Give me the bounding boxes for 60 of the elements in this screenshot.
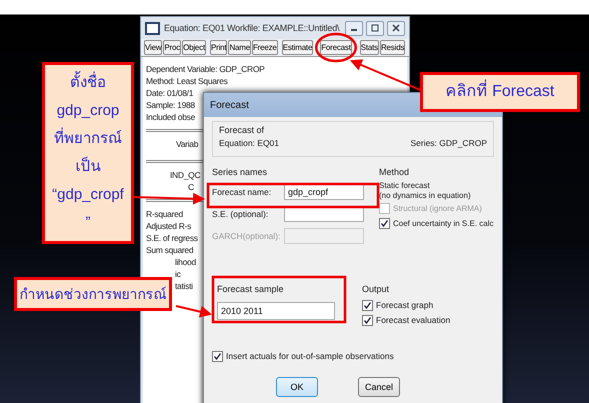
variable-name: IND_QC <box>170 169 200 181</box>
group-label: Forecast of <box>219 125 266 135</box>
checkbox[interactable] <box>362 300 373 310</box>
statistic-label: R-squared <box>146 208 183 220</box>
dialog-title: Forecast <box>210 100 249 110</box>
method-note: (no dynamics in equation) <box>379 191 471 200</box>
field-label: GARCH(optional): <box>212 231 280 241</box>
checkbox-label: Coef uncertainty in S.E. calc <box>393 218 494 228</box>
callout-text: ตั้งชื่อ gdp_crop ที่พยากรณ์เป็น “gdp_cropf ” <box>42 62 134 244</box>
window-title: Equation: EQ01 Workfile: EXAMPLE::Untitled\ <box>164 23 340 33</box>
equation-label: Equation: EQ01 <box>219 138 280 148</box>
group-label: Method <box>379 167 410 177</box>
group-label: Output <box>362 284 390 294</box>
close-icon[interactable] <box>387 20 405 36</box>
toolbar-button[interactable]: Estimate <box>282 40 314 55</box>
statistic-label: Sum squared <box>146 244 194 256</box>
field-label: S.E. (optional): <box>212 209 270 219</box>
group-label: Series names <box>212 167 268 177</box>
checkbox-label: Forecast graph <box>376 300 434 310</box>
statistic-label: S.E. of regress <box>146 232 198 244</box>
column-heading: Variab <box>176 138 198 151</box>
minimize-icon[interactable] <box>345 20 363 36</box>
window-icon <box>145 22 160 34</box>
checkbox-label: Insert actuals for out-of-sample observations <box>226 351 394 361</box>
cancel-button[interactable]: Cancel <box>358 377 400 397</box>
callout-text: กำหนดช่วงการพยากรณ์ <box>14 277 172 311</box>
toolbar-button[interactable]: Resids <box>380 40 406 55</box>
output-line: Date: 01/08/1 <box>146 87 194 99</box>
method-option: Static forecast <box>379 181 430 190</box>
toolbar-button[interactable]: View <box>144 40 162 55</box>
field-label: Forecast name: <box>212 187 272 197</box>
checkbox-label: Forecast evaluation <box>376 315 450 325</box>
series-label: Series: GDP_CROP <box>410 138 487 148</box>
group-label: Forecast sample <box>217 284 284 294</box>
toolbar-button[interactable]: Forecast <box>320 40 352 55</box>
checkbox[interactable] <box>212 350 223 362</box>
statistic-label: tatisti <box>175 280 193 292</box>
checkbox[interactable] <box>362 314 373 326</box>
statistic-label: Adjusted R-s <box>146 220 192 232</box>
toolbar-button[interactable]: Proc <box>163 40 182 55</box>
toolbar-button[interactable]: Object <box>182 40 206 55</box>
toolbar-button[interactable]: Print <box>210 40 228 55</box>
highlight-ellipse <box>314 32 357 62</box>
callout-text: คลิกที่ Forecast <box>420 72 580 112</box>
maximize-icon[interactable] <box>366 20 384 36</box>
sample-field[interactable]: 2010 2011 <box>217 302 335 320</box>
statistic-label: lihood <box>175 256 196 268</box>
statistic-label: ic <box>175 268 181 280</box>
toolbar-button[interactable]: Stats <box>360 40 379 55</box>
output-line: Included obse <box>146 111 196 123</box>
variable-name: C <box>188 181 194 193</box>
arrow <box>176 305 212 318</box>
output-line: Dependent Variable: GDP_CROP <box>146 63 265 75</box>
checkbox-label: Structural (ignore ARMA) <box>393 204 482 212</box>
checkbox[interactable] <box>379 218 390 228</box>
ok-button[interactable]: OK <box>276 377 318 397</box>
output-line: Method: Least Squares <box>146 75 228 87</box>
toolbar-button[interactable]: Name <box>228 40 251 55</box>
output-line: Sample: 1988 <box>146 99 195 111</box>
toolbar-button[interactable]: Freeze <box>252 40 278 55</box>
